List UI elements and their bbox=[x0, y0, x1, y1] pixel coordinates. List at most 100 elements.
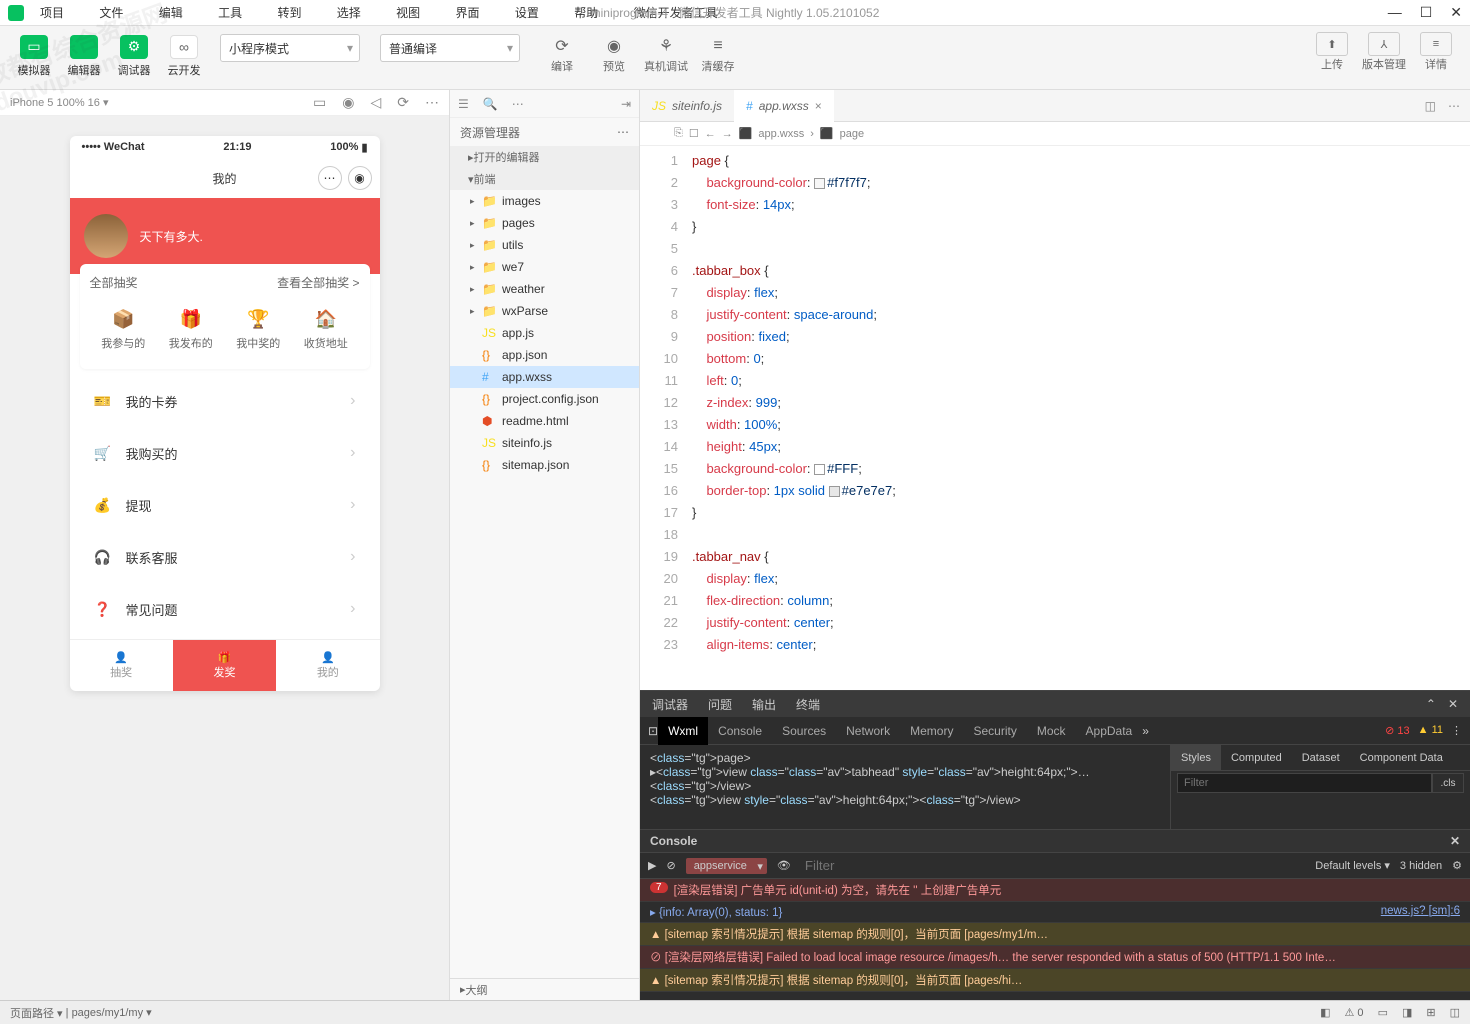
menu-item[interactable]: 设置 bbox=[515, 4, 539, 21]
dt-tab-Security[interactable]: Security bbox=[963, 717, 1026, 745]
page-route[interactable]: pages/my1/my ▾ bbox=[72, 1006, 152, 1019]
tree-node[interactable]: ▸📁wxParse bbox=[450, 300, 639, 322]
sb-icon[interactable]: ▭ bbox=[1378, 1006, 1388, 1019]
tree-node[interactable]: #app.wxss bbox=[450, 366, 639, 388]
tool-详情[interactable]: ≡详情 bbox=[1414, 32, 1458, 72]
hidden-count[interactable]: 3 hidden bbox=[1400, 860, 1442, 872]
chevron-up-icon[interactable]: ⌃ bbox=[1426, 697, 1436, 711]
inspect-icon[interactable]: ⊡ bbox=[648, 724, 658, 738]
tool-版本管理[interactable]: ⅄版本管理 bbox=[1362, 32, 1406, 72]
dt-tab-Wxml[interactable]: Wxml bbox=[658, 717, 708, 745]
outline-section[interactable]: ▸ 大纲 bbox=[450, 978, 639, 1000]
search-icon[interactable]: 🔍 bbox=[483, 97, 498, 111]
styles-tab[interactable]: Dataset bbox=[1292, 745, 1350, 770]
more-tabs-icon[interactable]: » bbox=[1142, 724, 1149, 738]
styles-tab[interactable]: Styles bbox=[1171, 745, 1221, 770]
close-icon[interactable]: ✕ bbox=[1450, 4, 1462, 21]
card-more-link[interactable]: 查看全部抽奖 > bbox=[277, 274, 359, 291]
editor-tab[interactable]: #app.wxss× bbox=[734, 90, 834, 122]
dt-menu-item[interactable]: 调试器 bbox=[652, 696, 688, 713]
log-row[interactable]: ▲ [sitemap 索引情况提示] 根据 sitemap 的规则[0]，当前页… bbox=[640, 923, 1470, 946]
tree-node[interactable]: ▸📁images bbox=[450, 190, 639, 212]
device-selector[interactable]: iPhone 5 100% 16 ▾ bbox=[10, 96, 108, 109]
dt-tab-AppData[interactable]: AppData bbox=[1076, 717, 1143, 745]
tree-node[interactable]: ▸📁we7 bbox=[450, 256, 639, 278]
capsule-menu-icon[interactable]: ⋯ bbox=[318, 166, 342, 190]
refresh-icon[interactable]: ⟳ bbox=[397, 94, 409, 111]
log-row[interactable]: 7[渲染层错误] 广告单元 id(unit-id) 为空，请先在 '' 上创建广… bbox=[640, 879, 1470, 902]
section-open-editors[interactable]: ▸ 打开的编辑器 bbox=[450, 146, 639, 168]
action-清缓存[interactable]: ≡清缓存 bbox=[696, 34, 740, 74]
list-item[interactable]: 🎫我的卡券 bbox=[80, 379, 370, 423]
console-play-icon[interactable]: ▶ bbox=[648, 859, 656, 872]
history-icon[interactable]: ⎘ bbox=[674, 127, 683, 140]
minimize-icon[interactable]: — bbox=[1388, 4, 1402, 21]
back-icon[interactable]: ◁ bbox=[370, 94, 381, 111]
tab-发奖[interactable]: 🎁发奖 bbox=[173, 640, 276, 691]
log-row[interactable]: ▸ {info: Array(0), status: 1}news.js? [s… bbox=[640, 902, 1470, 923]
compile-dropdown[interactable]: 普通编译 bbox=[380, 34, 520, 62]
menu-item[interactable]: 工具 bbox=[218, 4, 242, 21]
grid-item[interactable]: 🎁我发布的 bbox=[169, 307, 213, 351]
dom-tree[interactable]: <class="tg">page>▸<class="tg">view class… bbox=[640, 745, 1170, 829]
nav-back-icon[interactable]: ← bbox=[705, 128, 716, 140]
sb-icon[interactable]: ◨ bbox=[1402, 1006, 1412, 1019]
grid-item[interactable]: 🏆我中奖的 bbox=[236, 307, 280, 351]
settings-icon[interactable]: ⋮ bbox=[1451, 724, 1462, 737]
styles-filter-input[interactable] bbox=[1177, 773, 1432, 793]
console-clear-icon[interactable]: ⊘ bbox=[666, 859, 675, 872]
warning-count[interactable]: ▲ 11 bbox=[1418, 724, 1443, 737]
editor-tab[interactable]: JSsiteinfo.js bbox=[640, 90, 734, 122]
capsule-close-icon[interactable]: ◉ bbox=[348, 166, 372, 190]
dt-tab-Network[interactable]: Network bbox=[836, 717, 900, 745]
dt-menu-item[interactable]: 输出 bbox=[752, 696, 776, 713]
grid-item[interactable]: 🏠收货地址 bbox=[304, 307, 348, 351]
eye-icon[interactable]: 👁 bbox=[777, 859, 791, 872]
list-item[interactable]: 🛒我购买的 bbox=[80, 431, 370, 475]
collapse-icon[interactable]: ⇥ bbox=[621, 97, 631, 111]
tree-node[interactable]: JSapp.js bbox=[450, 322, 639, 344]
sb-icon[interactable]: ⚠ 0 bbox=[1345, 1006, 1364, 1019]
menu-item[interactable]: 项目 bbox=[40, 4, 64, 21]
menu-item[interactable]: 视图 bbox=[396, 4, 420, 21]
log-row[interactable]: ⊘ [渲染层网络层错误] Failed to load local image … bbox=[640, 946, 1470, 969]
action-真机调试[interactable]: ⚘真机调试 bbox=[644, 34, 688, 74]
device-icon[interactable]: ▭ bbox=[313, 94, 326, 111]
mode-dropdown[interactable]: 小程序模式 bbox=[220, 34, 360, 62]
record-icon[interactable]: ◉ bbox=[342, 94, 354, 111]
grid-item[interactable]: 📦我参与的 bbox=[101, 307, 145, 351]
more-icon[interactable]: ⋯ bbox=[512, 97, 524, 111]
dt-tab-Console[interactable]: Console bbox=[708, 717, 772, 745]
mode-云开发[interactable]: ∞云开发 bbox=[162, 32, 206, 80]
maximize-icon[interactable]: ☐ bbox=[1420, 4, 1433, 21]
tree-node[interactable]: JSsiteinfo.js bbox=[450, 432, 639, 454]
dt-menu-item[interactable]: 终端 bbox=[796, 696, 820, 713]
more-icon[interactable]: ⋯ bbox=[425, 94, 439, 111]
menu-item[interactable]: 编辑 bbox=[159, 4, 183, 21]
sb-icon[interactable]: ⊞ bbox=[1426, 1006, 1435, 1019]
close-icon[interactable]: ✕ bbox=[1448, 697, 1458, 711]
mode-模拟器[interactable]: ▭模拟器 bbox=[12, 32, 56, 80]
console-filter-input[interactable] bbox=[801, 858, 1305, 873]
styles-tab[interactable]: Component Data bbox=[1350, 745, 1453, 770]
tree-node[interactable]: ▸📁utils bbox=[450, 234, 639, 256]
error-count[interactable]: ⊘ 13 bbox=[1385, 724, 1410, 737]
tab-抽奖[interactable]: 👤抽奖 bbox=[70, 640, 173, 691]
dt-tab-Memory[interactable]: Memory bbox=[900, 717, 963, 745]
tree-node[interactable]: {}project.config.json bbox=[450, 388, 639, 410]
action-预览[interactable]: ◉预览 bbox=[592, 34, 636, 74]
log-row[interactable]: ▲ [sitemap 索引情况提示] 根据 sitemap 的规则[0]，当前页… bbox=[640, 969, 1470, 992]
avatar[interactable] bbox=[84, 214, 128, 258]
tree-node[interactable]: {}app.json bbox=[450, 344, 639, 366]
explorer-more-icon[interactable]: ⋯ bbox=[617, 125, 629, 139]
breadcrumb-selector[interactable]: page bbox=[840, 128, 864, 140]
nav-fwd-icon[interactable]: → bbox=[722, 128, 733, 140]
more-icon[interactable]: ⋯ bbox=[1448, 99, 1460, 113]
list-icon[interactable]: ☰ bbox=[458, 97, 469, 111]
menu-item[interactable]: 转到 bbox=[277, 4, 301, 21]
console-close-icon[interactable]: ✕ bbox=[1450, 834, 1460, 848]
styles-tab[interactable]: Computed bbox=[1221, 745, 1292, 770]
tree-node[interactable]: {}sitemap.json bbox=[450, 454, 639, 476]
section-project[interactable]: ▾ 前端 bbox=[450, 168, 639, 190]
page-path-label[interactable]: 页面路径 ▾ bbox=[10, 1005, 63, 1021]
